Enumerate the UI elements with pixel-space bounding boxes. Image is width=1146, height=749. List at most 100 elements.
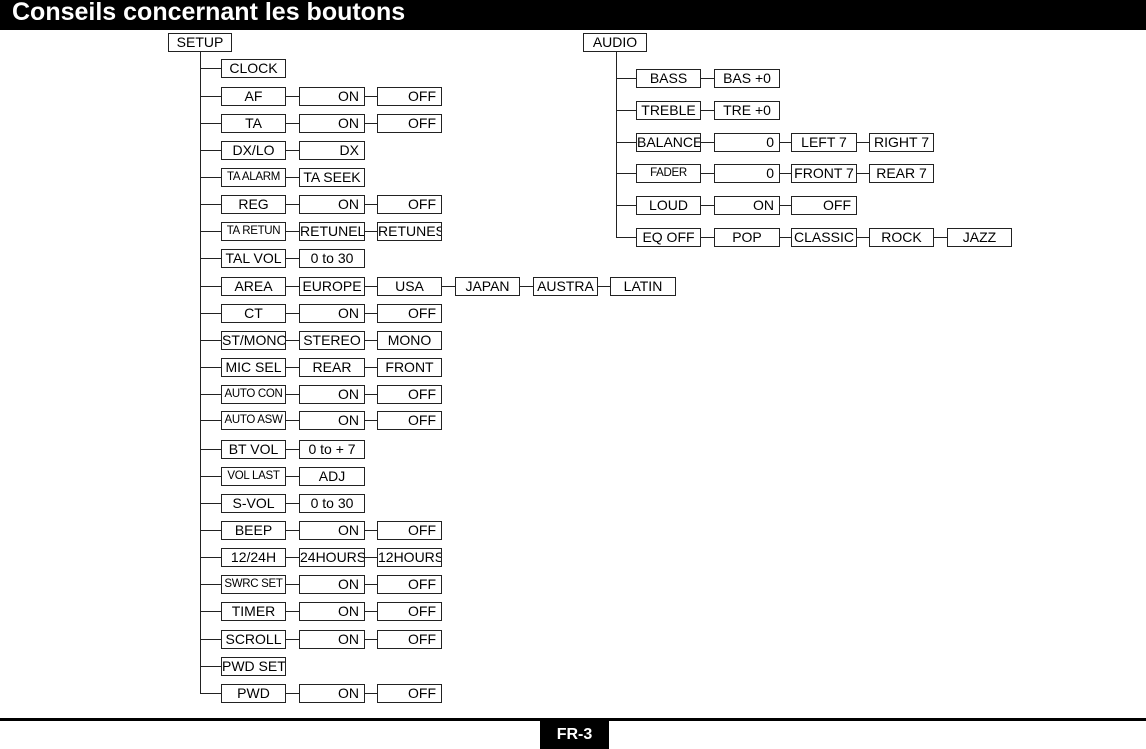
menu-item-node: EQ OFF [636,228,701,247]
menu-item-node: DX/LO [221,141,286,160]
branch-connector [200,340,221,341]
option-node: ON [299,521,365,540]
option-connector [857,173,869,174]
option-node: OFF [377,575,442,594]
branch-connector [200,313,221,314]
branch-connector [200,177,221,178]
option-connector [365,611,377,612]
menu-item-node: TREBLE [636,101,701,120]
option-connector [701,205,714,206]
branch-connector [200,258,221,259]
menu-item-node: S-VOL [221,494,286,513]
option-connector [286,639,299,640]
option-node: 12HOURS [377,548,442,567]
menu-item-node: BEEP [221,521,286,540]
option-connector [365,584,377,585]
menu-item-node: PWD SET [221,657,286,676]
option-node: ON [299,602,365,621]
page-number: FR-3 [540,721,609,749]
option-connector [365,420,377,421]
option-connector [780,237,791,238]
option-connector [701,78,714,79]
menu-item-node: TIMER [221,602,286,621]
option-node: BAS +0 [714,69,780,88]
option-connector [286,123,299,124]
setup-trunk-line [200,52,201,694]
branch-connector [616,78,636,79]
branch-connector [200,420,221,421]
menu-item-node: PWD [221,684,286,703]
option-node: RIGHT 7 [869,133,934,152]
branch-connector [200,557,221,558]
menu-item-node: TAL VOL [221,249,286,268]
menu-item-node: AREA [221,277,286,296]
option-connector [780,173,791,174]
option-node: REAR [299,358,365,377]
menu-item-node: BALANCE [636,133,701,152]
option-connector [701,173,714,174]
option-connector [365,286,377,287]
option-node: CLASSIC [791,228,857,247]
option-node: ON [299,114,365,133]
menu-item-node: BT VOL [221,440,286,459]
menu-item-node: TA RETUN [221,222,286,241]
option-connector [857,142,869,143]
option-connector [701,142,714,143]
option-node: ON [299,304,365,323]
option-connector [365,367,377,368]
branch-connector [200,639,221,640]
menu-item-node: SWRC SET [221,575,286,594]
option-node: OFF [377,304,442,323]
option-connector [286,367,299,368]
option-connector [780,205,791,206]
option-connector [365,231,377,232]
branch-connector [200,231,221,232]
menu-item-node: ST/MONO [221,331,286,350]
menu-item-node: AUTO CON [221,385,286,404]
branch-connector [616,205,636,206]
branch-connector [200,367,221,368]
option-node: OFF [377,87,442,106]
page-header: Conseils concernant les boutons [0,0,1146,30]
option-node: 0 [714,133,780,152]
option-node: MONO [377,331,442,350]
option-node: TA SEEK [299,168,365,187]
option-node: OFF [377,602,442,621]
branch-connector [200,584,221,585]
branch-connector [200,611,221,612]
option-connector [286,394,299,395]
menu-item-node: VOL LAST [221,467,286,486]
option-node: JAPAN [455,277,520,296]
option-node: ON [299,87,365,106]
option-connector [365,123,377,124]
option-connector [520,286,533,287]
option-node: 0 [714,164,780,183]
option-node: ON [299,385,365,404]
option-node: OFF [377,385,442,404]
option-node: ON [299,411,365,430]
option-connector [286,177,299,178]
menu-item-node: MIC SEL [221,358,286,377]
option-connector [934,237,947,238]
menu-item-node: TA [221,114,286,133]
option-node: REAR 7 [869,164,934,183]
option-connector [286,150,299,151]
option-node: LEFT 7 [791,133,857,152]
option-connector [286,530,299,531]
option-connector [286,258,299,259]
option-connector [365,313,377,314]
branch-connector [200,666,221,667]
option-node: 24HOURS [299,548,365,567]
option-node: OFF [791,196,857,215]
menu-item-node: BASS [636,69,701,88]
branch-connector [200,96,221,97]
option-node: 0 to 30 [299,494,365,513]
option-connector [286,420,299,421]
audio-trunk-line [616,52,617,238]
option-connector [286,286,299,287]
option-node: 0 to 30 [299,249,365,268]
option-node: LATIN [610,277,676,296]
option-node: FRONT 7 [791,164,857,183]
option-node: OFF [377,684,442,703]
option-connector [365,693,377,694]
